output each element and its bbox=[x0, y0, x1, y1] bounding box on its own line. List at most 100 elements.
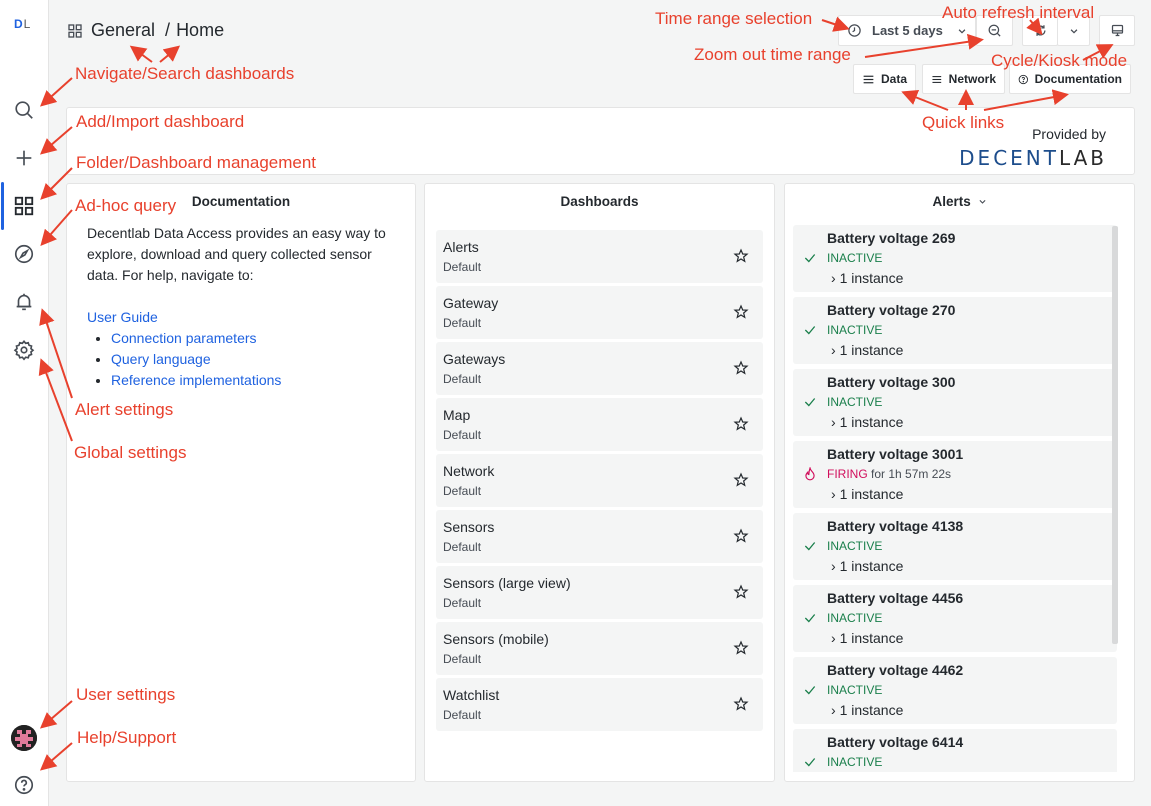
star-icon[interactable] bbox=[733, 472, 749, 488]
alert-state-label: INACTIVE bbox=[827, 539, 883, 553]
alert-title: Battery voltage 270 bbox=[827, 302, 956, 318]
bell-icon bbox=[16, 293, 32, 311]
dashboard-name: Gateways bbox=[443, 351, 506, 367]
alert-state: INACTIVE bbox=[827, 683, 882, 697]
dashboard-folder: Default bbox=[443, 652, 482, 666]
annotation-auto-refresh: Auto refresh interval bbox=[942, 3, 1095, 22]
alert-state: INACTIVE bbox=[827, 395, 882, 409]
breadcrumb-page[interactable]: Home bbox=[176, 20, 224, 41]
sidebar-item-search[interactable] bbox=[0, 93, 48, 127]
dashboard-name: Sensors (mobile) bbox=[443, 631, 549, 647]
chevron-right-icon: › bbox=[831, 414, 836, 430]
check-icon bbox=[804, 614, 816, 623]
chevron-right-icon: › bbox=[831, 486, 836, 502]
dashboards-panel: Dashboards Alerts Default Gateway Default Ga… bbox=[424, 183, 775, 782]
alert-list-item: Battery voltage 300 INACTIVE › 1 instance bbox=[793, 369, 1117, 436]
check-icon bbox=[804, 326, 816, 335]
alert-duration: for 1h 57m 22s bbox=[871, 467, 952, 481]
query-language-link[interactable]: Query language bbox=[111, 351, 211, 367]
alert-instances-toggle[interactable]: › 1 instance bbox=[831, 414, 903, 430]
scrollbar[interactable] bbox=[1112, 226, 1118, 644]
alert-instances-toggle[interactable]: › 1 instance bbox=[831, 702, 903, 718]
alert-state-label: INACTIVE bbox=[827, 323, 883, 337]
star-icon[interactable] bbox=[733, 416, 749, 432]
chevron-right-icon: › bbox=[831, 702, 836, 718]
alert-instances-toggle[interactable]: › 1 instance bbox=[831, 342, 903, 358]
star-icon[interactable] bbox=[733, 360, 749, 376]
alert-instances-toggle[interactable]: › 1 instance bbox=[831, 558, 903, 574]
dashboard-list-item[interactable]: Sensors (large view) Default bbox=[436, 566, 763, 619]
dashboard-name: Map bbox=[443, 407, 471, 423]
annotation-folder-management: Folder/Dashboard management bbox=[76, 153, 317, 172]
quick-link-data[interactable]: Data bbox=[853, 64, 916, 94]
dashboard-name: Sensors (large view) bbox=[443, 575, 571, 591]
star-icon[interactable] bbox=[733, 304, 749, 320]
annotation-help-support: Help/Support bbox=[77, 728, 177, 747]
zoom-out-icon bbox=[988, 24, 1001, 37]
bars-icon bbox=[863, 75, 874, 83]
alert-instances-toggle[interactable]: › 1 instance bbox=[831, 630, 903, 646]
kiosk-mode-button[interactable] bbox=[1099, 15, 1135, 46]
alert-state-label: INACTIVE bbox=[827, 611, 883, 625]
clock-icon bbox=[848, 24, 861, 37]
grid-icon bbox=[68, 23, 82, 38]
reference-implementations-link[interactable]: Reference implementations bbox=[111, 372, 281, 388]
bars-icon bbox=[932, 75, 942, 83]
star-icon[interactable] bbox=[733, 640, 749, 656]
alert-state: INACTIVE bbox=[827, 539, 882, 553]
chevron-right-icon: › bbox=[831, 630, 836, 646]
alert-state-label: INACTIVE bbox=[827, 395, 883, 409]
dashboard-folder: Default bbox=[443, 540, 482, 554]
sidebar-item-configuration[interactable] bbox=[0, 333, 48, 367]
provided-by-label: Provided by bbox=[1032, 126, 1106, 142]
alert-title: Battery voltage 3001 bbox=[827, 446, 964, 462]
star-icon[interactable] bbox=[733, 528, 749, 544]
chevron-down-icon bbox=[1070, 28, 1077, 34]
alert-title: Battery voltage 4138 bbox=[827, 518, 964, 534]
breadcrumb-folder[interactable]: General bbox=[91, 20, 155, 41]
panel-title: Dashboards bbox=[560, 194, 639, 209]
annotation-time-range: Time range selection bbox=[655, 9, 813, 28]
plus-icon bbox=[16, 150, 32, 166]
star-icon[interactable] bbox=[733, 584, 749, 600]
alert-list-item: Battery voltage 269 INACTIVE › 1 instance bbox=[793, 225, 1117, 292]
check-icon bbox=[804, 686, 816, 695]
annotation-adhoc-query: Ad-hoc query bbox=[75, 196, 177, 215]
alert-list-item: Battery voltage 4456 INACTIVE › 1 instance bbox=[793, 585, 1117, 652]
sidebar-item-help[interactable] bbox=[0, 768, 48, 802]
dashboard-list-item[interactable]: Network Default bbox=[436, 454, 763, 507]
sidebar-item-alerting[interactable] bbox=[0, 285, 48, 319]
dashboard-name: Network bbox=[443, 463, 495, 479]
compass-icon bbox=[14, 244, 34, 264]
alert-list-item: Battery voltage 270 INACTIVE › 1 instance bbox=[793, 297, 1117, 364]
alert-title: Battery voltage 6414 bbox=[827, 734, 964, 750]
alert-instances-toggle[interactable]: › 1 instance bbox=[831, 486, 903, 502]
fire-icon bbox=[805, 467, 815, 481]
sidebar-item-explore[interactable] bbox=[0, 237, 48, 271]
grid-icon bbox=[14, 196, 34, 216]
sidebar-item-dashboards[interactable] bbox=[0, 189, 48, 223]
annotation-alert-settings: Alert settings bbox=[75, 400, 174, 419]
dashboard-list-item[interactable]: Gateways Default bbox=[436, 342, 763, 395]
refresh-icon bbox=[1035, 25, 1045, 36]
avatar[interactable] bbox=[11, 725, 37, 751]
dashboard-list-item[interactable]: Alerts Default bbox=[436, 230, 763, 283]
connection-parameters-link[interactable]: Connection parameters bbox=[111, 330, 257, 346]
alert-state: INACTIVE bbox=[827, 323, 882, 337]
user-guide-link[interactable]: User Guide bbox=[87, 307, 395, 328]
dashboard-list-item[interactable]: Watchlist Default bbox=[436, 678, 763, 731]
dashboard-list-item[interactable]: Gateway Default bbox=[436, 286, 763, 339]
dashboard-folder: Default bbox=[443, 260, 482, 274]
time-range-label: Last 5 days bbox=[872, 23, 943, 38]
dashboard-name: Watchlist bbox=[443, 687, 500, 703]
alert-instances-toggle[interactable]: › 1 instance bbox=[831, 270, 903, 286]
dashboard-list-item[interactable]: Sensors Default bbox=[436, 510, 763, 563]
dashboard-folder: Default bbox=[443, 316, 482, 330]
sidebar-item-create[interactable] bbox=[0, 141, 48, 175]
star-icon[interactable] bbox=[733, 248, 749, 264]
star-icon[interactable] bbox=[733, 696, 749, 712]
dashboard-list-item[interactable]: Sensors (mobile) Default bbox=[436, 622, 763, 675]
alert-title: Battery voltage 4456 bbox=[827, 590, 964, 606]
dashboard-list-item[interactable]: Map Default bbox=[436, 398, 763, 451]
home-logo[interactable]: DL bbox=[14, 17, 31, 31]
